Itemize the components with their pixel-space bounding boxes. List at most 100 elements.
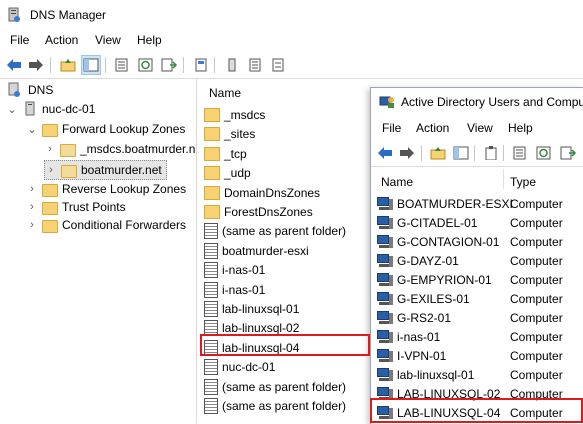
computer-row[interactable]: G-RS2-01 Computer (377, 308, 582, 327)
aduc-window-title: Active Directory Users and Computers (401, 95, 583, 109)
zone-tool-button[interactable] (268, 55, 288, 75)
server-icon (25, 101, 35, 116)
dns-record-label: _msdcs (224, 108, 266, 122)
back-button[interactable] (4, 55, 24, 75)
help-book-icon (195, 58, 207, 72)
computer-row[interactable]: i-nas-01 Computer (377, 327, 582, 346)
computer-icon (377, 234, 393, 249)
arrow-left-icon (7, 59, 21, 71)
chevron-right-icon[interactable]: › (45, 164, 57, 176)
aduc-up-button[interactable] (428, 143, 448, 163)
computer-row[interactable]: BOATMURDER-ESXI Computer (377, 194, 582, 213)
dns-record-row[interactable]: _sites (204, 124, 255, 144)
record-icon (204, 281, 218, 298)
dns-record-list: Name _msdcs _sites _tcp _udp DomainDnsZones F… (200, 79, 370, 423)
aduc-export-button[interactable] (558, 143, 578, 163)
folder-up-icon (60, 59, 76, 72)
tree-node-reverse-lookup-zones[interactable]: › Reverse Lookup Zones (26, 180, 186, 198)
aduc-back-button[interactable] (375, 143, 395, 163)
dns-server-icon (8, 82, 20, 97)
menu-help[interactable]: Help (137, 33, 162, 47)
computer-row[interactable]: G-DAYZ-01 Computer (377, 251, 582, 270)
chevron-right-icon[interactable]: › (26, 219, 38, 231)
computer-row[interactable]: lab-linuxsql-01 Computer (377, 365, 582, 384)
computer-icon (377, 310, 393, 325)
aduc-menu-action[interactable]: Action (416, 121, 449, 135)
properties-button[interactable] (112, 55, 132, 75)
chevron-down-icon[interactable]: ⌄ (6, 103, 18, 116)
chevron-right-icon[interactable]: › (26, 201, 38, 213)
dns-record-row[interactable]: lab-linuxsql-01 (204, 299, 299, 319)
menu-action[interactable]: Action (45, 33, 78, 47)
chevron-down-icon[interactable]: ⌄ (26, 123, 38, 136)
server-tool-button[interactable] (222, 55, 242, 75)
tree-label: Reverse Lookup Zones (62, 182, 187, 196)
computer-row[interactable]: G-CONTAGION-01 Computer (377, 232, 582, 251)
folder-icon (204, 127, 220, 142)
record-tool-button[interactable] (245, 55, 265, 75)
dns-record-row[interactable]: (same as parent folder) (204, 377, 346, 397)
dns-record-row[interactable]: (same as parent folder) (204, 396, 346, 416)
dns-record-row[interactable]: boatmurder-esxi (204, 241, 309, 261)
aduc-properties-button[interactable] (510, 143, 530, 163)
aduc-menu-help[interactable]: Help (508, 121, 533, 135)
dns-record-row[interactable]: _udp (204, 163, 251, 183)
aduc-forward-button[interactable] (397, 143, 417, 163)
clipboard-icon (485, 146, 497, 160)
computer-name: G-DAYZ-01 (397, 253, 459, 268)
dns-record-label: nuc-dc-01 (222, 360, 276, 375)
zone-icon (61, 164, 77, 178)
column-header-type[interactable]: Type (510, 175, 536, 189)
tree-node-boatmurder-net[interactable]: › boatmurder.net (44, 160, 167, 180)
computer-type: Computer (510, 348, 563, 363)
menu-file[interactable]: File (10, 33, 29, 47)
show-hide-tree-button[interactable] (81, 55, 101, 75)
dns-toolbar (0, 52, 583, 79)
aduc-refresh-button[interactable] (534, 143, 554, 163)
menu-view[interactable]: View (95, 33, 121, 47)
tree-label: DNS (28, 83, 54, 97)
tree-node-msdcs-zone[interactable]: › _msdcs.boatmurder.n (44, 140, 195, 158)
tree-node-dns[interactable]: DNS (6, 81, 53, 99)
tree-node-nuc-dc-01[interactable]: ⌄ nuc-dc-01 (6, 100, 95, 118)
computer-row[interactable]: G-EXILES-01 Computer (377, 289, 582, 308)
refresh-button[interactable] (136, 55, 156, 75)
chevron-right-icon[interactable]: › (26, 183, 38, 195)
dns-record-row[interactable]: DomainDnsZones (204, 183, 320, 203)
column-header-name[interactable]: Name (200, 79, 370, 101)
aduc-tree-button[interactable] (451, 143, 471, 163)
dns-menu-bar: File Action View Help (0, 30, 583, 50)
tree-node-trust-points[interactable]: › Trust Points (26, 198, 126, 216)
dns-record-row[interactable]: _msdcs (204, 105, 265, 125)
computer-name: G-EMPYRION-01 (397, 272, 492, 287)
computer-icon (377, 196, 393, 211)
up-folder-button[interactable] (58, 55, 78, 75)
dns-record-label: (same as parent folder) (222, 399, 347, 413)
tree-node-conditional-forwarders[interactable]: › Conditional Forwarders (26, 216, 186, 234)
chevron-right-icon[interactable]: › (44, 143, 56, 155)
computer-row[interactable]: G-CITADEL-01 Computer (377, 213, 582, 232)
dns-record-row[interactable]: i-nas-01 (204, 260, 265, 280)
computer-name: G-CONTAGION-01 (397, 234, 500, 249)
computer-icon (377, 215, 393, 230)
folder-up-icon (430, 147, 446, 160)
tree-node-forward-lookup-zones[interactable]: ⌄ Forward Lookup Zones (26, 120, 185, 138)
dns-record-row[interactable]: (same as parent folder) (204, 221, 346, 241)
dns-record-row[interactable]: i-nas-01 (204, 280, 265, 300)
computer-row[interactable]: G-EMPYRION-01 Computer (377, 270, 582, 289)
help-button[interactable] (191, 55, 211, 75)
computer-name: lab-linuxsql-01 (397, 367, 475, 382)
dns-record-row[interactable]: ForestDnsZones (204, 202, 313, 222)
forward-button[interactable] (26, 55, 46, 75)
dns-record-row[interactable]: nuc-dc-01 (204, 357, 275, 377)
export-list-button[interactable] (159, 55, 179, 75)
computer-name: I-VPN-01 (397, 348, 447, 363)
column-header-name[interactable]: Name (381, 175, 413, 189)
aduc-menu-file[interactable]: File (382, 121, 401, 135)
computer-type: Computer (510, 215, 563, 230)
computer-row[interactable]: I-VPN-01 Computer (377, 346, 582, 365)
dns-record-row[interactable]: _tcp (204, 144, 247, 164)
computer-type: Computer (510, 234, 563, 249)
aduc-clipboard-button[interactable] (481, 143, 501, 163)
aduc-menu-view[interactable]: View (467, 121, 493, 135)
